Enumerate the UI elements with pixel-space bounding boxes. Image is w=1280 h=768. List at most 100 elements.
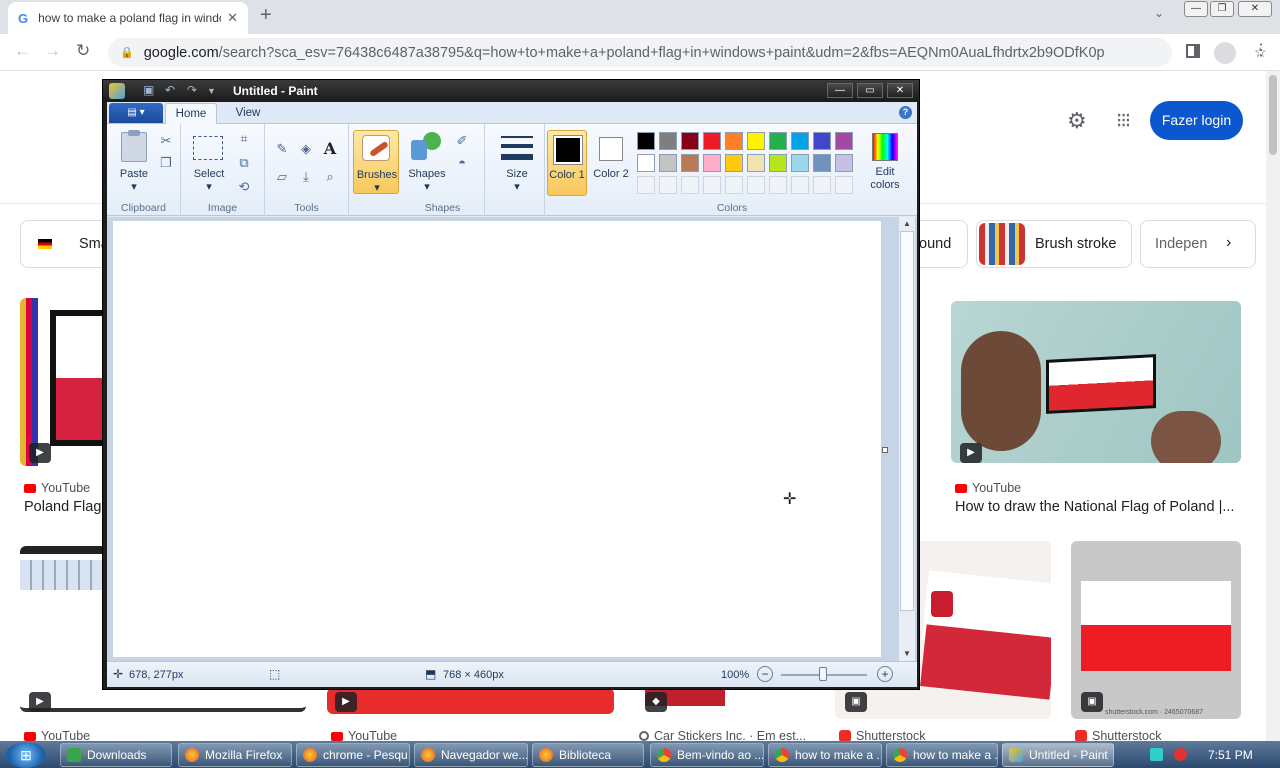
color-swatch[interactable] [703, 154, 721, 172]
color-swatch[interactable] [659, 154, 677, 172]
cut-icon[interactable]: ✂ [157, 132, 175, 150]
edit-colors-button[interactable]: Edit colors [865, 130, 905, 196]
scrollbar-thumb[interactable] [1269, 75, 1277, 155]
address-bar[interactable]: 🔒 google.com/search?sca_esv=76438c6487a3… [108, 38, 1267, 67]
result-title[interactable]: Poland Flag [24, 499, 106, 515]
reload-icon[interactable]: ↻ [76, 41, 90, 61]
pencil-icon[interactable]: ✎ [273, 140, 291, 158]
side-panel-icon[interactable] [1186, 44, 1200, 58]
custom-color-slot[interactable] [681, 176, 699, 194]
taskbar-item-library[interactable]: Biblioteca [532, 743, 644, 767]
filter-chip-brush-stroke[interactable]: Brush stroke [976, 220, 1132, 268]
line-size-icon[interactable] [501, 136, 533, 164]
crop-icon[interactable]: ⌗ [235, 130, 253, 148]
maximize-button[interactable]: ▭ [857, 83, 883, 98]
shapes-button[interactable]: Shapes ▾ [407, 168, 447, 194]
size-button[interactable]: Size ▾ [497, 168, 537, 194]
save-icon[interactable]: ▣ [143, 83, 154, 97]
color-swatch[interactable] [725, 154, 743, 172]
close-button[interactable]: ✕ [887, 83, 913, 98]
back-icon[interactable]: ← [14, 41, 31, 61]
color-swatch[interactable] [747, 132, 765, 150]
vertical-scrollbar[interactable]: ▲ ▼ [899, 217, 915, 661]
drawing-canvas[interactable] [113, 221, 881, 657]
color-swatch[interactable] [637, 132, 655, 150]
taskbar-item-downloads[interactable]: Downloads [60, 743, 172, 767]
color1-button[interactable]: Color 1 [547, 130, 587, 196]
rotate-icon[interactable]: ⟲ [235, 178, 253, 196]
brushes-button[interactable]: Brushes ▾ [353, 130, 399, 194]
custom-color-slot[interactable] [791, 176, 809, 194]
magnifier-icon[interactable]: ⌕ [321, 168, 339, 186]
eraser-icon[interactable]: ▱ [273, 168, 291, 186]
select-icon[interactable] [193, 136, 223, 160]
color-swatch[interactable] [813, 154, 831, 172]
paint-menu-button[interactable]: ▤ ▾ [109, 103, 163, 123]
shapes-icon[interactable] [411, 132, 441, 160]
volume-icon[interactable] [1174, 748, 1187, 761]
result-image-4[interactable] [327, 688, 614, 714]
login-button[interactable]: Fazer login [1150, 101, 1243, 140]
resize-icon[interactable]: ⧉ [235, 154, 253, 172]
taskbar-item-chrome-search-1[interactable]: how to make a ... [768, 743, 882, 767]
color-swatch[interactable] [703, 132, 721, 150]
paint-app-icon[interactable] [109, 83, 125, 99]
paste-button[interactable]: Paste ▾ [115, 168, 153, 194]
outline-icon[interactable]: ✐ [453, 132, 471, 150]
tab-view[interactable]: View [225, 103, 271, 124]
color-swatch[interactable] [791, 132, 809, 150]
taskbar-item-firefox-search[interactable]: chrome - Pesqu... [296, 743, 410, 767]
forward-icon[interactable]: → [44, 41, 61, 61]
fill-bucket-icon[interactable]: ◈ [297, 140, 315, 158]
redo-icon[interactable]: ↷ [187, 83, 197, 97]
custom-color-slot[interactable] [637, 176, 655, 194]
google-apps-icon[interactable]: ⁝⁝⁝ [1116, 108, 1131, 133]
new-tab-icon[interactable]: + [260, 4, 272, 27]
filter-chip-smart[interactable]: Sma [20, 220, 110, 268]
minimize-button[interactable]: — [1184, 1, 1208, 17]
color-picker-icon[interactable]: ⤓ [297, 168, 315, 186]
result-source[interactable]: YouTube [24, 481, 90, 495]
minimize-button[interactable]: — [827, 83, 853, 98]
tab-home[interactable]: Home [165, 103, 217, 124]
text-icon[interactable]: A [321, 140, 339, 158]
scroll-up-icon[interactable]: ▲ [899, 217, 915, 231]
color-swatch[interactable] [681, 154, 699, 172]
custom-color-slot[interactable] [835, 176, 853, 194]
undo-icon[interactable]: ↶ [165, 83, 175, 97]
color-swatch[interactable] [637, 154, 655, 172]
color-swatch[interactable] [659, 132, 677, 150]
restore-button[interactable]: ❐ [1210, 1, 1234, 17]
result-source[interactable]: YouTube [955, 481, 1021, 495]
filter-chip-independence[interactable]: Indepen [1140, 220, 1256, 268]
network-icon[interactable] [1150, 748, 1163, 761]
custom-color-slot[interactable] [747, 176, 765, 194]
custom-color-slot[interactable] [659, 176, 677, 194]
help-icon[interactable]: ? [899, 106, 912, 119]
color-swatch[interactable] [747, 154, 765, 172]
customize-quick-access-icon[interactable]: ▼ [207, 86, 216, 96]
page-scrollbar[interactable] [1266, 71, 1280, 741]
browser-tab[interactable]: G how to make a poland flag in windo ✕ [8, 2, 248, 34]
color-swatch[interactable] [813, 132, 831, 150]
close-window-button[interactable]: ✕ [1238, 1, 1272, 17]
color-swatch[interactable] [681, 132, 699, 150]
color-swatch[interactable] [791, 154, 809, 172]
canvas-resize-handle[interactable] [882, 447, 888, 453]
system-clock[interactable]: 7:51 PM [1208, 748, 1253, 762]
result-image-1[interactable] [20, 298, 110, 466]
shape-fill-icon[interactable]: ◓ [453, 154, 471, 172]
paint-titlebar[interactable]: ▣ ↶ ↷ ▼ Untitled - Paint — ▭ ✕ [103, 80, 919, 102]
profile-avatar-icon[interactable] [1214, 42, 1236, 64]
chrome-menu-icon[interactable]: ⋮ [1253, 40, 1269, 60]
paste-icon[interactable] [121, 130, 147, 162]
scroll-down-icon[interactable]: ▼ [899, 647, 915, 661]
tab-search-icon[interactable]: ⌄ [1154, 6, 1164, 20]
result-title[interactable]: How to draw the National Flag of Poland … [955, 499, 1245, 515]
select-button[interactable]: Select ▾ [189, 168, 229, 194]
color-swatch[interactable] [835, 154, 853, 172]
color-swatch[interactable] [769, 132, 787, 150]
custom-color-slot[interactable] [703, 176, 721, 194]
color-swatch[interactable] [725, 132, 743, 150]
zoom-slider-thumb[interactable] [819, 667, 827, 681]
